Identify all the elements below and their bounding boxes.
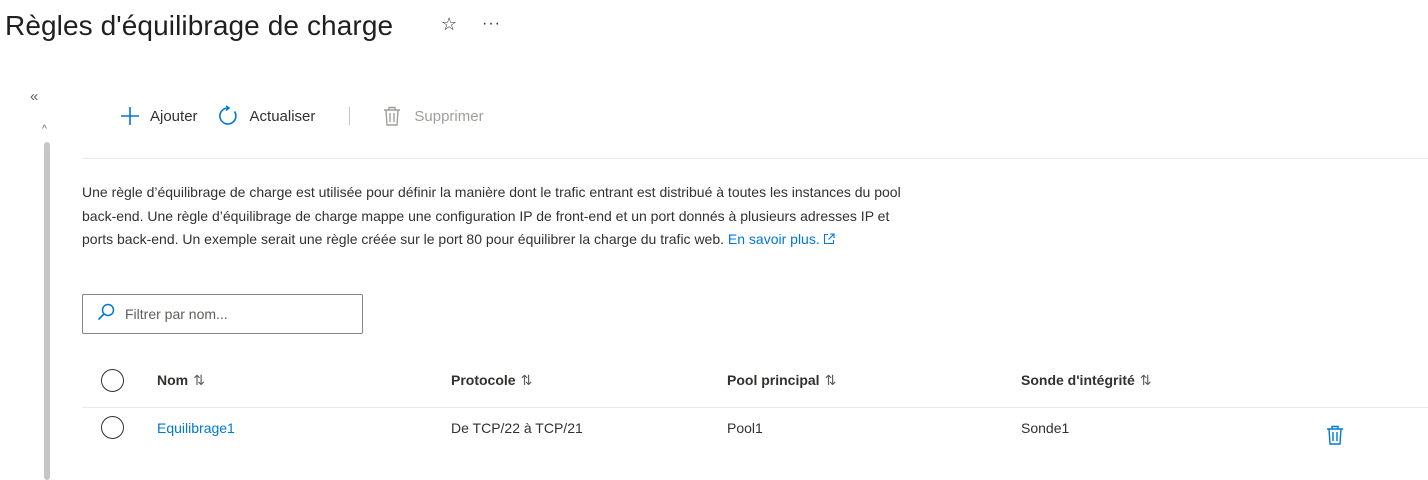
search-icon [97,303,115,326]
refresh-icon [216,104,240,128]
page-title: Règles d'équilibrage de charge [5,10,394,41]
rule-name-link[interactable]: Equilibrage1 [157,420,235,436]
command-bar: Ajouter Actualiser Supprimer [118,100,484,132]
page-header: Règles d'équilibrage de charge [5,6,393,46]
rule-protocol: De TCP/22 à TCP/21 [451,420,583,436]
collapse-icon[interactable]: « [30,88,38,105]
row-delete-icon[interactable] [1326,425,1344,450]
star-icon[interactable]: ☆ [441,14,457,34]
trash-icon [380,104,404,128]
filter-box[interactable] [82,294,363,334]
external-link-icon [823,229,835,253]
table-row: Equilibrage1 De TCP/22 à TCP/21 Pool1 So… [82,358,1428,458]
delete-label: Supprimer [414,107,484,125]
refresh-label: Actualiser [249,107,316,125]
toolbar-divider [349,107,351,125]
scroll-up-icon[interactable]: ^ [42,124,47,135]
rules-grid: Nom ⇅ Protocole ⇅ Pool principal ⇅ Sonde d'… [82,358,1428,445]
delete-button[interactable]: Supprimer [380,104,484,128]
description: Une règle d’équilibrage de charge est ut… [82,181,922,253]
scrollbar[interactable] [44,142,50,480]
add-label: Ajouter [150,107,198,125]
rule-pool: Pool1 [727,420,763,436]
more-icon[interactable]: ··· [482,14,501,34]
add-button[interactable]: Ajouter [118,104,198,128]
divider [82,158,1428,159]
rule-probe: Sonde1 [1021,420,1070,436]
filter-input[interactable] [125,306,345,322]
refresh-button[interactable]: Actualiser [216,104,316,128]
row-select-radio[interactable] [101,416,124,439]
learn-more-link[interactable]: En savoir plus. [728,231,835,247]
plus-icon [118,104,142,128]
